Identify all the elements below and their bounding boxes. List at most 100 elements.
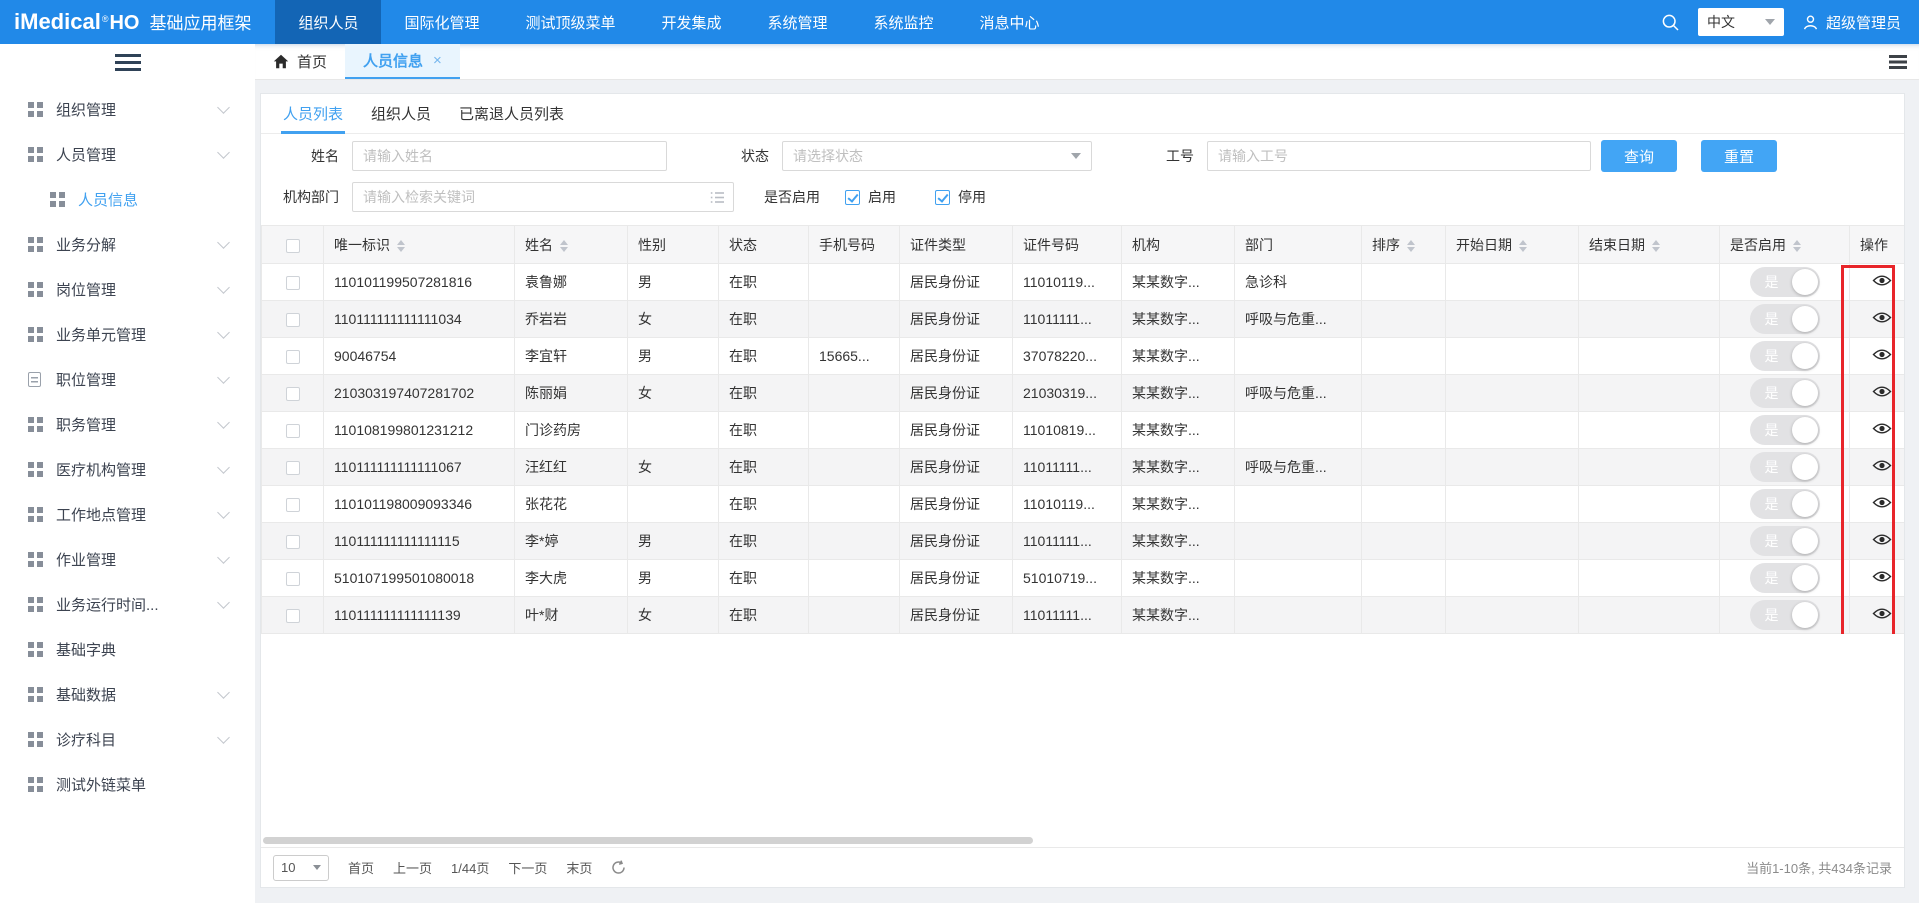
cell-phone [809, 597, 900, 634]
view-eye-icon[interactable] [1872, 421, 1892, 436]
row-select-cell [262, 560, 324, 597]
sort-icon[interactable] [1652, 240, 1660, 252]
row-checkbox[interactable] [286, 313, 300, 327]
enabled-toggle[interactable]: 是 [1750, 563, 1820, 593]
enabled-toggle[interactable]: 是 [1750, 489, 1820, 519]
disable-checkbox[interactable] [935, 190, 950, 205]
row-checkbox[interactable] [286, 572, 300, 586]
view-eye-icon[interactable] [1872, 495, 1892, 510]
sidebar-item[interactable]: 业务分解 [0, 222, 255, 267]
view-eye-icon[interactable] [1872, 606, 1892, 621]
tab-home[interactable]: 首页 [255, 44, 345, 79]
enabled-toggle[interactable]: 是 [1750, 452, 1820, 482]
sidebar-item[interactable]: 人员管理 [0, 132, 255, 177]
name-input[interactable] [352, 141, 667, 171]
column-header-label: 结束日期 [1589, 237, 1645, 253]
search-icon[interactable] [1661, 13, 1680, 32]
sidebar-subitem[interactable]: 人员信息 [0, 177, 255, 222]
nav-item[interactable]: 国际化管理 [381, 0, 502, 44]
row-checkbox[interactable] [286, 535, 300, 549]
view-eye-icon[interactable] [1872, 347, 1892, 362]
sort-icon[interactable] [397, 240, 405, 252]
tab-list-menu-icon[interactable] [1889, 55, 1907, 58]
cell-id: 510107199501080018 [324, 560, 515, 597]
last-page-link[interactable]: 末页 [566, 858, 592, 877]
refresh-icon[interactable] [611, 860, 626, 875]
enabled-toggle[interactable]: 是 [1750, 415, 1820, 445]
sidebar-item[interactable]: 工作地点管理 [0, 492, 255, 537]
nav-item[interactable]: 测试顶级菜单 [502, 0, 638, 44]
enabled-toggle[interactable]: 是 [1750, 378, 1820, 408]
nav-item[interactable]: 消息中心 [957, 0, 1063, 44]
sort-icon[interactable] [560, 240, 568, 252]
row-checkbox[interactable] [286, 350, 300, 364]
row-checkbox[interactable] [286, 424, 300, 438]
enabled-toggle[interactable]: 是 [1750, 341, 1820, 371]
enabled-toggle[interactable]: 是 [1750, 304, 1820, 334]
empno-input[interactable] [1207, 141, 1591, 171]
row-checkbox[interactable] [286, 609, 300, 623]
next-page-link[interactable]: 下一页 [508, 858, 547, 877]
row-checkbox[interactable] [286, 461, 300, 475]
first-page-link[interactable]: 首页 [348, 858, 374, 877]
close-icon[interactable]: × [433, 52, 442, 69]
enabled-toggle[interactable]: 是 [1750, 267, 1820, 297]
view-eye-icon[interactable] [1872, 384, 1892, 399]
enable-checkbox[interactable] [845, 190, 860, 205]
sidebar-item[interactable]: 作业管理 [0, 537, 255, 582]
tree-select-icon[interactable] [710, 191, 725, 204]
nav-item[interactable]: 组织人员 [275, 0, 381, 44]
sidebar-item[interactable]: 诊疗科目 [0, 717, 255, 762]
view-eye-icon[interactable] [1872, 273, 1892, 288]
cell-gender [628, 412, 719, 449]
nav-item[interactable]: 系统管理 [745, 0, 851, 44]
sidebar-item[interactable]: 岗位管理 [0, 267, 255, 312]
toggle-knob [1792, 306, 1818, 332]
status-select[interactable]: 请选择状态 [782, 141, 1092, 171]
horizontal-scrollbar-thumb[interactable] [263, 837, 1033, 844]
tab-personnel-info[interactable]: 人员信息 × [345, 44, 460, 79]
view-eye-icon[interactable] [1872, 458, 1892, 473]
sidebar-item[interactable]: 职位管理 [0, 357, 255, 402]
subtab[interactable]: 人员列表 [269, 94, 357, 133]
sort-icon[interactable] [1793, 240, 1801, 252]
nav-item[interactable]: 开发集成 [639, 0, 745, 44]
reset-button[interactable]: 重置 [1701, 140, 1777, 172]
view-eye-icon[interactable] [1872, 532, 1892, 547]
disable-checkbox-label: 停用 [958, 187, 986, 207]
language-select[interactable]: 中文 [1698, 8, 1784, 36]
user-menu[interactable]: 超级管理员 [1802, 12, 1901, 33]
sidebar-item[interactable]: 业务单元管理 [0, 312, 255, 357]
sort-icon[interactable] [1519, 240, 1527, 252]
search-button[interactable]: 查询 [1601, 140, 1677, 172]
dept-input[interactable] [352, 182, 734, 212]
enabled-toggle[interactable]: 是 [1750, 600, 1820, 630]
view-eye-icon[interactable] [1872, 310, 1892, 325]
prev-page-link[interactable]: 上一页 [393, 858, 432, 877]
nav-item[interactable]: 系统监控 [851, 0, 957, 44]
sidebar-item[interactable]: 基础数据 [0, 672, 255, 717]
sidebar-item[interactable]: 业务运行时间... [0, 582, 255, 627]
subtab[interactable]: 已离退人员列表 [445, 94, 578, 133]
row-checkbox[interactable] [286, 498, 300, 512]
personnel-table: 唯一标识姓名性别状态手机号码证件类型证件号码机构部门排序开始日期结束日期是否启用… [261, 225, 1904, 634]
page-size-select[interactable]: 10 [273, 855, 329, 881]
enabled-toggle[interactable]: 是 [1750, 526, 1820, 556]
sidebar-item[interactable]: 医疗机构管理 [0, 447, 255, 492]
cell-id: 110101199507281816 [324, 264, 515, 301]
sidebar-collapse-icon[interactable] [115, 54, 141, 57]
cell-name: 汪红红 [515, 449, 628, 486]
cell-sort [1362, 486, 1446, 523]
column-header: 证件号码 [1013, 226, 1122, 264]
sidebar-item[interactable]: 基础字典 [0, 627, 255, 672]
sidebar-item[interactable]: 职务管理 [0, 402, 255, 447]
view-eye-icon[interactable] [1872, 569, 1892, 584]
subtab[interactable]: 组织人员 [357, 94, 445, 133]
row-checkbox[interactable] [286, 387, 300, 401]
row-checkbox[interactable] [286, 276, 300, 290]
sidebar-item[interactable]: 测试外链菜单 [0, 762, 255, 807]
select-all-checkbox[interactable] [286, 239, 300, 253]
chevron-down-icon [217, 416, 230, 429]
sidebar-item[interactable]: 组织管理 [0, 87, 255, 132]
sort-icon[interactable] [1407, 240, 1415, 252]
